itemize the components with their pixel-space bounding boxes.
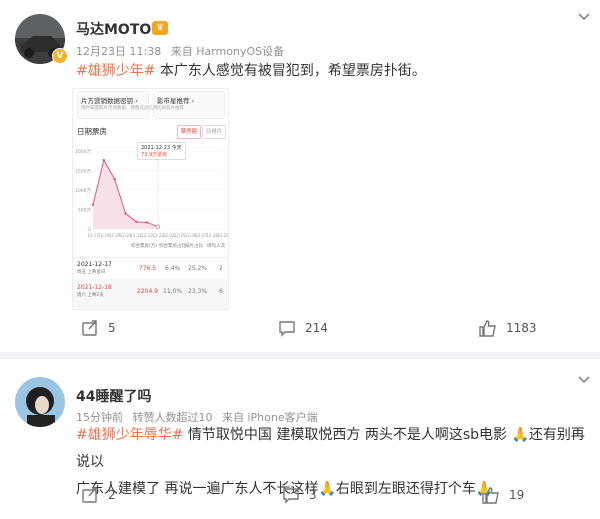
table-row-sub: 周六 上映2天 [77, 293, 104, 298]
comment-icon [279, 321, 295, 337]
repost-icon [82, 320, 97, 336]
post-card: V 马达MOTOR ♛ 12月23日 11:38 来自 HarmonyOS设备 … [0, 0, 600, 352]
repost-count: 2 [108, 488, 116, 502]
table-cell: 6 [219, 288, 223, 295]
image-button-sub: 随时掌握影片市场数据、预售竞品信息 [81, 106, 158, 111]
data-point [145, 221, 149, 224]
avatar[interactable] [15, 377, 65, 427]
table-cell: 6.4% [165, 265, 181, 272]
table-row-date: 2021-12-18 [77, 284, 112, 291]
post-meta: 12月23日 11:38 来自 HarmonyOS设备 [76, 43, 284, 59]
post-time[interactable]: 12月23日 11:38 [76, 45, 161, 58]
repost-icon [82, 487, 97, 503]
comment-button[interactable]: 3 [281, 485, 317, 505]
table-row-sub: 周五 上映首日 [77, 270, 106, 275]
table-cell: 2204.9 [137, 288, 158, 295]
post-source: 来自 HarmonyOS设备 [170, 45, 285, 58]
y-tick-label: 500万 [78, 208, 92, 214]
image-section-title: 日期票房 [77, 127, 107, 136]
chevron-down-icon[interactable] [572, 367, 596, 391]
image-tab: 票房额 [177, 125, 201, 139]
repost-button[interactable]: 2 [80, 485, 116, 505]
table-header: 排片占比 [185, 244, 203, 249]
y-tick-label: 1500万 [75, 169, 91, 175]
hashtag-link[interactable]: #雄狮少年辱华# [76, 427, 183, 443]
comment-count: 3 [309, 488, 317, 502]
post-text: #雄狮少年# 本广东人感觉有被冒犯到，希望票房扑街。 [76, 58, 426, 85]
table-row-date: 2021-12-17 [77, 261, 112, 268]
repost-button[interactable]: 5 [80, 318, 116, 338]
post-card: 44睡醒了吗 15分钟前 转赞人数超过10 来自 iPhone客户端 #雄狮少年… [0, 359, 600, 519]
table-cell: 25.2% [188, 265, 208, 272]
hashtag-link[interactable]: #雄狮少年# [76, 63, 155, 79]
data-point [124, 212, 127, 215]
like-icon [479, 320, 496, 337]
y-tick-label: 1000万 [75, 188, 91, 194]
like-count: 19 [509, 488, 525, 502]
tooltip-value: 73.9万票房 [141, 152, 168, 158]
image-tab: 日排片 [202, 125, 226, 139]
chevron-down-icon[interactable] [572, 4, 596, 28]
like-button[interactable]: 19 [481, 485, 524, 505]
image-button-label: 片方营销数据密钥 › [81, 97, 138, 105]
data-point [91, 203, 95, 206]
tooltip-date: 2021-12-23 今天 [141, 145, 182, 151]
post-text-content: 本广东人感觉有被冒犯到，希望票房扑街。 [155, 63, 426, 79]
data-point [102, 159, 106, 162]
like-icon [482, 487, 499, 504]
chart-tooltip: 2021-12-23 今天 73.9万票房 [137, 142, 186, 160]
y-tick-label: 2000万 [75, 149, 91, 155]
table-header: 综合票房(万) [131, 244, 158, 249]
data-point [135, 220, 138, 224]
data-point [155, 224, 161, 229]
user-name[interactable]: 马达MOTOR [76, 19, 162, 39]
verified-badge-icon: V [52, 48, 68, 64]
image-button-label: 影市星推荐 › [157, 97, 195, 105]
crown-icon: ♛ [152, 21, 168, 35]
table-cell: 776.5 [139, 265, 157, 272]
table-divider [73, 257, 228, 258]
data-point [113, 177, 116, 181]
x-tick-label: 12-29 [217, 233, 228, 238]
repost-count: 5 [108, 321, 116, 335]
like-button[interactable]: 1183 [478, 318, 537, 338]
table-cell: 11.0% [163, 288, 183, 295]
comment-icon [283, 488, 299, 504]
table-header: 场均人次 [207, 244, 225, 249]
comment-count: 214 [305, 321, 328, 335]
like-count: 1183 [506, 321, 537, 335]
post-image[interactable]: 片方营销数据密钥 › 随时掌握影片市场数据、预售竞品信息 影市星推荐 › 优质影… [72, 88, 229, 310]
user-name[interactable]: 44睡醒了吗 [76, 386, 151, 406]
image-button-sub: 优质影片推荐 [157, 106, 184, 111]
comment-button[interactable]: 214 [277, 318, 328, 338]
table-cell: 2 [219, 265, 223, 272]
table-cell: 23.3% [188, 288, 208, 295]
table-header: 综合票房占比 [159, 244, 186, 249]
